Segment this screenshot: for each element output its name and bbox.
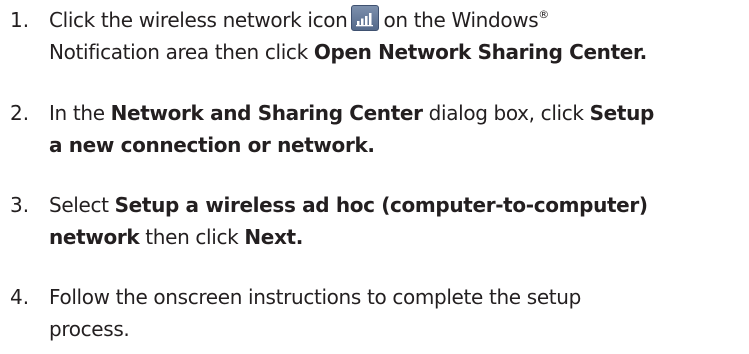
step-text-segment: Follow the onscreen instructions to comp… xyxy=(49,285,581,309)
step-text: Follow the onscreen instructions to comp… xyxy=(49,281,749,345)
step-text-segment: In the xyxy=(49,101,111,125)
step-number: 3. xyxy=(10,193,30,217)
step-line: Click the wireless network icon on the Wi… xyxy=(49,4,749,36)
step-line: Select Setup a wireless ad hoc (computer… xyxy=(49,189,749,221)
ad-hoc-network-label: Setup a wireless ad hoc (computer-to-com… xyxy=(114,193,648,217)
wireless-signal-bars-icon xyxy=(351,5,380,31)
step-line: process. xyxy=(49,313,749,345)
step-number: 4. xyxy=(10,285,30,309)
step-text-segment: on the Windows xyxy=(383,8,539,32)
step-line: Notification area then click Open Networ… xyxy=(49,36,749,68)
step-text: In the Network and Sharing Center dialog… xyxy=(49,97,749,161)
step-text-segment: Notification area then click xyxy=(49,40,314,64)
step-text-segment: process. xyxy=(49,317,130,341)
step-text: Click the wireless network icon on the Wi… xyxy=(49,4,749,68)
step-line: Follow the onscreen instructions to comp… xyxy=(49,281,749,313)
setup-new-connection-label: Setup xyxy=(589,101,655,125)
setup-new-connection-label-cont: a new connection or network. xyxy=(49,133,375,157)
ad-hoc-network-label-cont: network xyxy=(49,225,140,249)
registered-mark: ® xyxy=(538,8,549,21)
step-line: network then click Next. xyxy=(49,221,749,253)
step-number: 2. xyxy=(10,101,30,125)
next-label: Next. xyxy=(244,225,303,249)
open-network-sharing-center-label: Open Network Sharing Center. xyxy=(313,40,647,64)
step-text: Select Setup a wireless ad hoc (computer… xyxy=(49,189,749,253)
step-text-segment: Select xyxy=(49,193,115,217)
step-text-segment: dialog box, click xyxy=(422,101,590,125)
step-number: 1. xyxy=(10,8,30,32)
network-sharing-center-label: Network and Sharing Center xyxy=(110,101,423,125)
step-text-segment: Click the wireless network icon xyxy=(49,8,348,32)
step-text-segment: then click xyxy=(139,225,245,249)
step-line: In the Network and Sharing Center dialog… xyxy=(49,97,749,129)
step-line: a new connection or network. xyxy=(49,129,749,161)
